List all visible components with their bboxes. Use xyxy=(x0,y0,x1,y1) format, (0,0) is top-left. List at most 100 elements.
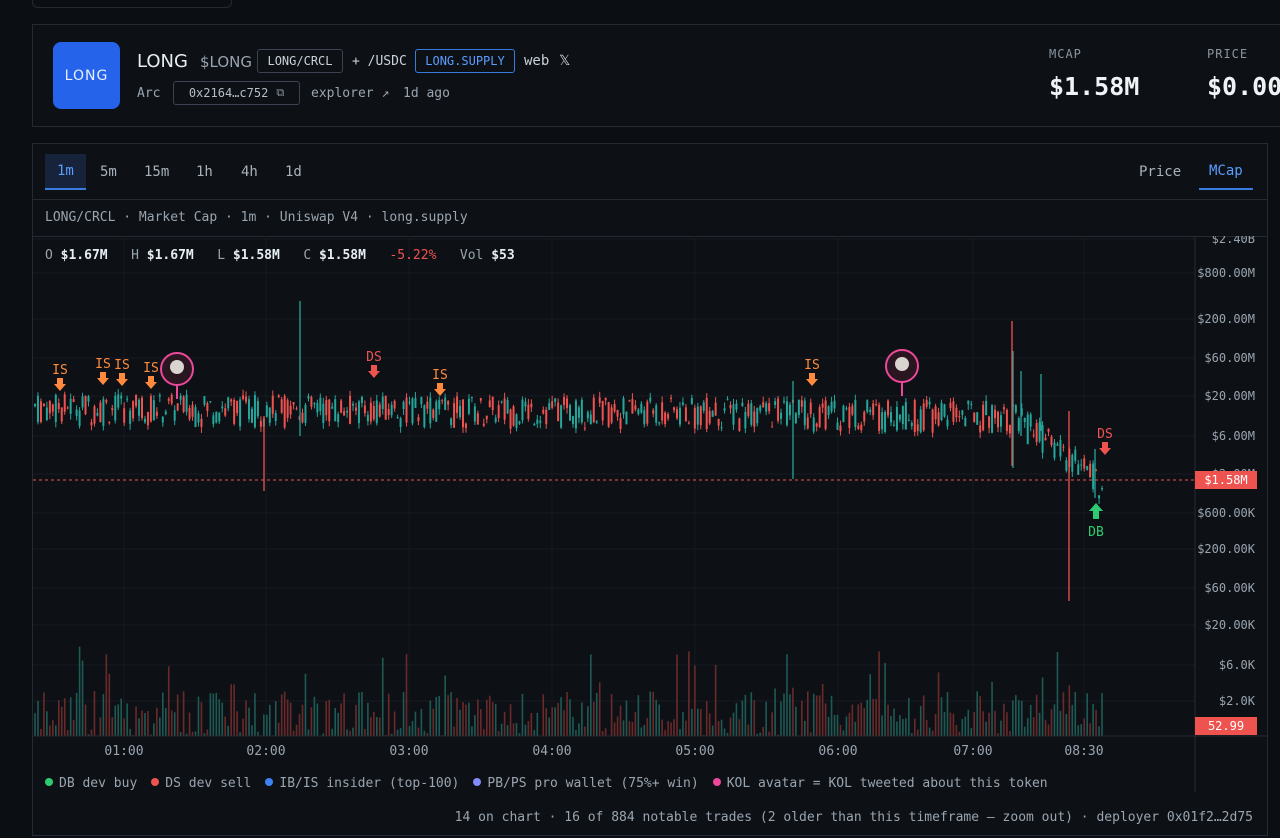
candle-body xyxy=(994,409,997,419)
tab-5m[interactable]: 5m xyxy=(88,154,129,190)
volume-bar xyxy=(750,692,753,736)
candle-body xyxy=(542,409,545,414)
candle-body xyxy=(759,405,762,411)
volume-bar xyxy=(637,695,640,736)
volume-bar xyxy=(899,715,901,736)
volume-bar xyxy=(179,732,182,736)
candle-body xyxy=(340,400,343,413)
volume-bar xyxy=(744,694,747,736)
insider-sell-arrow-icon xyxy=(116,373,128,386)
candle-body xyxy=(250,408,253,423)
tab-1m[interactable]: 1m xyxy=(45,154,86,190)
address-pill[interactable]: 0x2164…c752 ⧉ xyxy=(173,81,300,105)
candle-body xyxy=(476,413,479,425)
ohlc-close: $1.58M xyxy=(318,248,366,263)
volume-bar xyxy=(619,705,622,736)
volume-bar xyxy=(69,697,72,736)
candle-body xyxy=(649,397,652,402)
volume-bar xyxy=(381,657,384,736)
candle-body xyxy=(132,401,135,419)
volume-bar xyxy=(1074,691,1077,736)
volume-bar xyxy=(786,654,788,736)
candle-body xyxy=(735,403,738,410)
candle-body xyxy=(655,405,658,423)
candle-body xyxy=(999,415,1002,427)
candle-body xyxy=(625,411,628,425)
candle-body xyxy=(777,398,780,421)
mode-mcap[interactable]: MCap xyxy=(1199,154,1253,190)
candle-body xyxy=(491,396,494,411)
volume-bar xyxy=(563,710,565,736)
volume-bar xyxy=(126,703,128,736)
ohlc-change: -5.22% xyxy=(389,248,437,263)
candle-body xyxy=(54,394,57,422)
candle-body xyxy=(1050,436,1053,445)
volume-bar xyxy=(545,708,548,736)
x-icon[interactable]: 𝕏 xyxy=(559,53,570,69)
candle-body xyxy=(681,402,684,405)
volume-bar xyxy=(857,704,860,736)
volume-bar xyxy=(292,730,295,736)
volume-bar xyxy=(1020,700,1023,736)
candle-body xyxy=(949,402,952,409)
candle-body xyxy=(271,395,274,414)
volume-bar xyxy=(52,720,54,736)
tab-15m[interactable]: 15m xyxy=(132,154,181,190)
volume-bar xyxy=(595,692,598,736)
volume-bar xyxy=(991,681,993,736)
candle-body xyxy=(277,395,280,398)
candle-body xyxy=(640,403,643,413)
candle-body xyxy=(881,412,884,430)
candle-body xyxy=(958,416,961,418)
volume-bar xyxy=(367,702,369,736)
candlestick-chart[interactable]: IS IS IS ISDSISISDSDB $2.40B$800.00M$200.00… xyxy=(33,236,1267,792)
volume-bar xyxy=(456,698,458,736)
candle-body xyxy=(135,394,138,406)
volume-bar xyxy=(376,717,378,736)
volume-bar xyxy=(396,729,399,736)
volume-bar xyxy=(592,701,595,736)
candle-body xyxy=(426,401,429,409)
candle-body xyxy=(872,403,875,416)
volume-bar xyxy=(444,675,446,736)
marker-label: IS xyxy=(52,363,68,378)
chart-legend: DB dev buy DS dev sell IB/IS insider (top-… xyxy=(45,776,1062,791)
pair-pill[interactable]: LONG/CRCL xyxy=(257,49,343,73)
y-tick-label: $200.00M xyxy=(1197,312,1255,326)
chart-info-line: LONG/CRCL · Market Cap · 1m · Uniswap V4… xyxy=(45,210,468,225)
mode-price[interactable]: Price xyxy=(1129,154,1191,190)
explorer-link[interactable]: explorer ↗ xyxy=(311,86,389,101)
volume-bar xyxy=(762,726,764,736)
candle-body xyxy=(301,412,304,423)
volume-bar xyxy=(771,712,773,736)
volume-bar xyxy=(708,713,711,736)
volume-bar xyxy=(295,724,298,736)
site-pill[interactable]: LONG.SUPPLY xyxy=(415,49,515,73)
volume-bar xyxy=(483,729,485,736)
tab-1h[interactable]: 1h xyxy=(184,154,225,190)
volume-bar xyxy=(759,732,762,736)
volume-bar xyxy=(1044,720,1047,736)
volume-bar xyxy=(1015,695,1017,736)
volume-bar xyxy=(298,714,301,736)
candle-body xyxy=(155,411,158,416)
volume-bar xyxy=(720,719,723,736)
tab-4h[interactable]: 4h xyxy=(229,154,270,190)
copy-icon[interactable]: ⧉ xyxy=(276,86,284,100)
volume-bar xyxy=(176,694,179,736)
candle-body xyxy=(268,407,271,423)
volume-bar xyxy=(465,704,467,736)
candle-body xyxy=(259,420,262,427)
web-link[interactable]: web xyxy=(524,53,549,69)
volume-bar xyxy=(188,712,191,736)
legend-item: PB/PS pro wallet (75%+ win) xyxy=(473,776,699,791)
token-logo: LONG xyxy=(53,42,120,109)
candle-body xyxy=(557,402,560,422)
volume-bar xyxy=(789,694,791,736)
volume-bar xyxy=(697,708,699,736)
candle-body xyxy=(1017,418,1020,432)
candle-body xyxy=(545,409,548,425)
candle-body xyxy=(901,406,904,425)
tab-1d[interactable]: 1d xyxy=(273,154,314,190)
candle-body xyxy=(988,416,991,428)
